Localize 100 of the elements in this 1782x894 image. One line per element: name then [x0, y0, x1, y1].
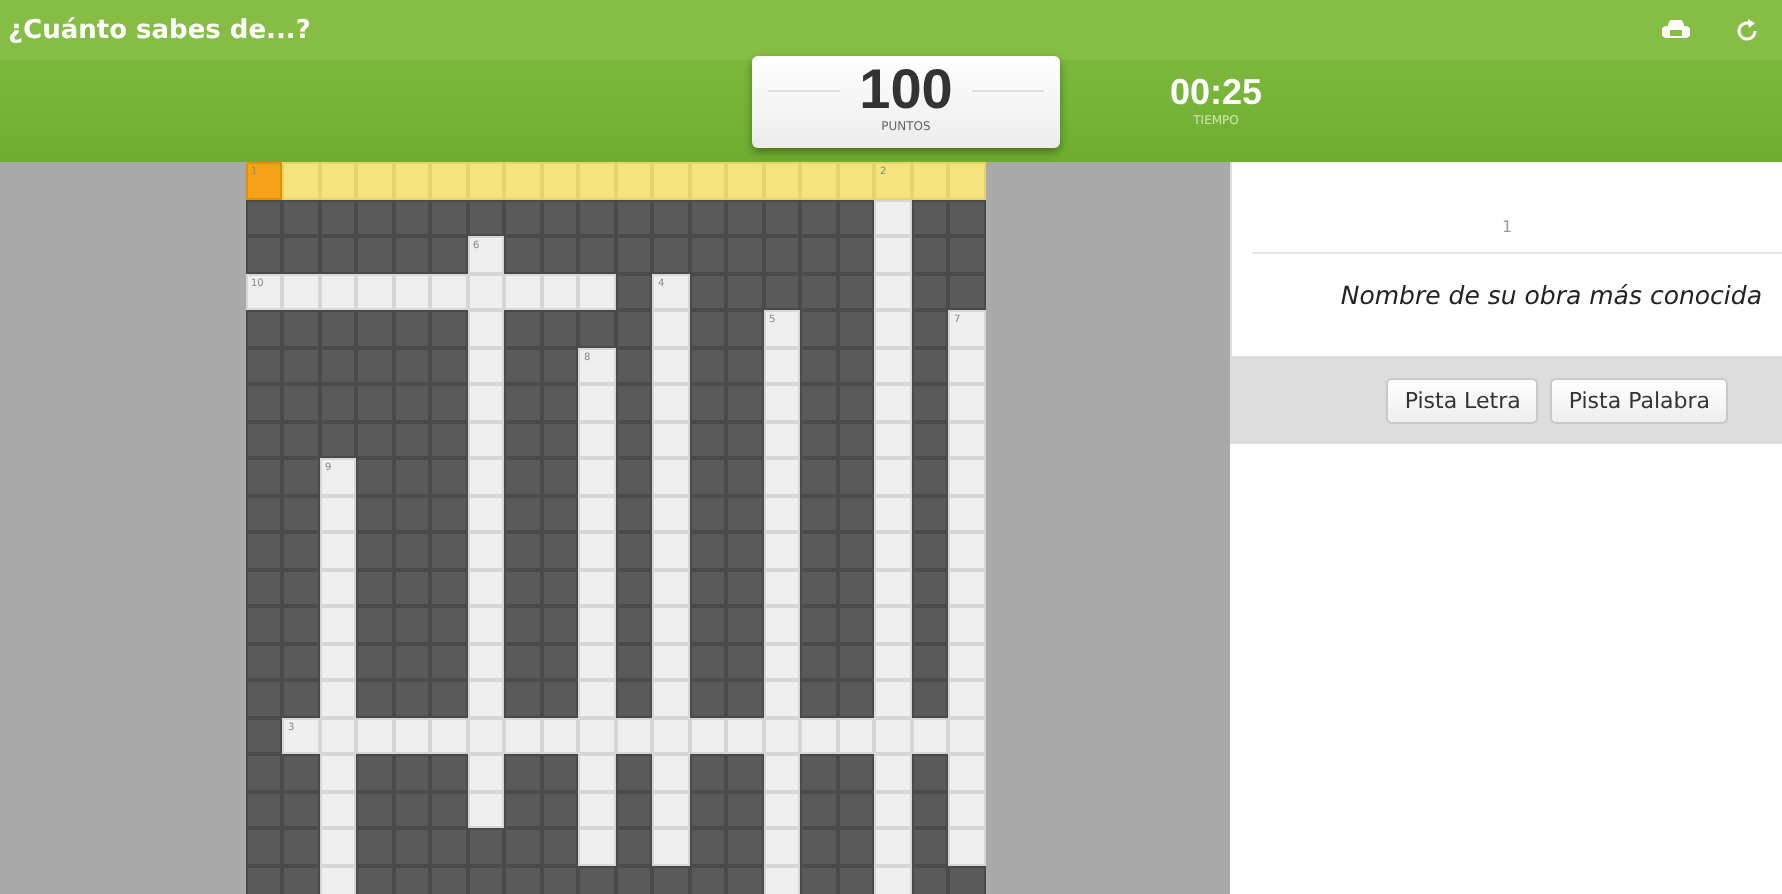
highlighted-cell[interactable] [578, 162, 615, 199]
grid-cell[interactable] [800, 717, 837, 754]
hint-button[interactable]: Pista Palabra [1550, 377, 1728, 423]
highlighted-cell[interactable] [726, 162, 763, 199]
refresh-icon[interactable] [1734, 17, 1760, 43]
grid-cell[interactable] [578, 643, 615, 680]
grid-cell[interactable] [578, 606, 615, 643]
grid-cell[interactable] [467, 680, 504, 717]
grid-cell[interactable] [652, 643, 689, 680]
cloud-icon[interactable] [1662, 20, 1690, 40]
grid-cell[interactable] [578, 828, 615, 865]
highlighted-cell[interactable] [948, 162, 985, 199]
grid-cell[interactable] [319, 754, 356, 791]
highlighted-cell[interactable] [689, 162, 726, 199]
grid-cell[interactable] [874, 828, 911, 865]
grid-cell[interactable] [652, 532, 689, 569]
grid-cell[interactable] [652, 347, 689, 384]
grid-cell[interactable] [763, 754, 800, 791]
grid-cell[interactable] [578, 791, 615, 828]
grid-cell[interactable] [652, 495, 689, 532]
grid-cell[interactable] [874, 569, 911, 606]
grid-cell[interactable] [578, 532, 615, 569]
grid-cell[interactable] [874, 606, 911, 643]
highlighted-cell[interactable] [837, 162, 874, 199]
grid-cell[interactable] [652, 458, 689, 495]
grid-cell[interactable] [504, 273, 541, 310]
grid-cell[interactable] [948, 828, 985, 865]
highlighted-cell[interactable] [652, 162, 689, 199]
grid-cell[interactable] [948, 532, 985, 569]
grid-cell[interactable] [948, 717, 985, 754]
grid-cell[interactable] [948, 495, 985, 532]
grid-cell[interactable] [319, 606, 356, 643]
grid-cell[interactable] [763, 458, 800, 495]
grid-cell[interactable] [467, 532, 504, 569]
grid-cell[interactable] [874, 680, 911, 717]
grid-cell[interactable] [467, 754, 504, 791]
highlighted-cell[interactable] [615, 162, 652, 199]
highlighted-cell[interactable] [911, 162, 948, 199]
highlighted-cell[interactable] [504, 162, 541, 199]
grid-cell[interactable] [763, 384, 800, 421]
highlighted-cell[interactable] [467, 162, 504, 199]
highlighted-cell[interactable] [430, 162, 467, 199]
grid-cell[interactable] [504, 717, 541, 754]
grid-cell[interactable] [726, 717, 763, 754]
grid-cell[interactable] [874, 791, 911, 828]
grid-cell[interactable] [948, 754, 985, 791]
grid-cell[interactable] [948, 680, 985, 717]
grid-cell[interactable] [467, 458, 504, 495]
grid-cell[interactable] [430, 273, 467, 310]
grid-cell[interactable] [282, 273, 319, 310]
grid-cell[interactable] [578, 384, 615, 421]
grid-cell[interactable] [948, 569, 985, 606]
grid-cell[interactable] [874, 643, 911, 680]
grid-cell[interactable] [948, 347, 985, 384]
grid-cell[interactable] [652, 569, 689, 606]
grid-cell[interactable] [578, 717, 615, 754]
grid-cell[interactable] [319, 532, 356, 569]
grid-cell[interactable] [874, 199, 911, 236]
grid-cell[interactable] [652, 384, 689, 421]
grid-cell[interactable] [874, 532, 911, 569]
grid-cell[interactable] [578, 421, 615, 458]
highlighted-cell[interactable] [282, 162, 319, 199]
grid-cell[interactable] [578, 273, 615, 310]
highlighted-cell[interactable] [541, 162, 578, 199]
grid-cell[interactable] [356, 273, 393, 310]
grid-cell[interactable] [874, 458, 911, 495]
grid-cell[interactable] [652, 680, 689, 717]
grid-cell[interactable] [874, 310, 911, 347]
grid-cell[interactable] [652, 606, 689, 643]
highlighted-cell[interactable] [763, 162, 800, 199]
grid-cell[interactable] [578, 680, 615, 717]
grid-cell[interactable] [652, 717, 689, 754]
grid-cell[interactable] [763, 532, 800, 569]
grid-cell[interactable] [467, 606, 504, 643]
grid-cell[interactable] [948, 791, 985, 828]
highlighted-cell[interactable] [356, 162, 393, 199]
hint-button[interactable]: Pista Letra [1386, 377, 1539, 423]
highlighted-cell[interactable] [800, 162, 837, 199]
grid-cell[interactable] [356, 717, 393, 754]
grid-cell[interactable] [874, 754, 911, 791]
grid-cell[interactable] [874, 865, 911, 894]
grid-cell[interactable] [652, 754, 689, 791]
grid-cell[interactable] [578, 495, 615, 532]
grid-cell[interactable] [948, 606, 985, 643]
grid-cell[interactable] [874, 384, 911, 421]
grid-cell[interactable] [578, 458, 615, 495]
grid-cell[interactable] [652, 828, 689, 865]
highlighted-cell[interactable] [393, 162, 430, 199]
grid-cell[interactable] [467, 384, 504, 421]
grid-cell[interactable] [578, 754, 615, 791]
grid-cell[interactable] [874, 495, 911, 532]
grid-cell[interactable] [578, 569, 615, 606]
grid-cell[interactable] [763, 828, 800, 865]
grid-cell[interactable] [467, 310, 504, 347]
grid-cell[interactable] [874, 347, 911, 384]
grid-cell[interactable] [874, 421, 911, 458]
grid-cell[interactable] [763, 680, 800, 717]
grid-cell[interactable] [652, 791, 689, 828]
grid-cell[interactable] [948, 384, 985, 421]
grid-cell[interactable] [874, 717, 911, 754]
